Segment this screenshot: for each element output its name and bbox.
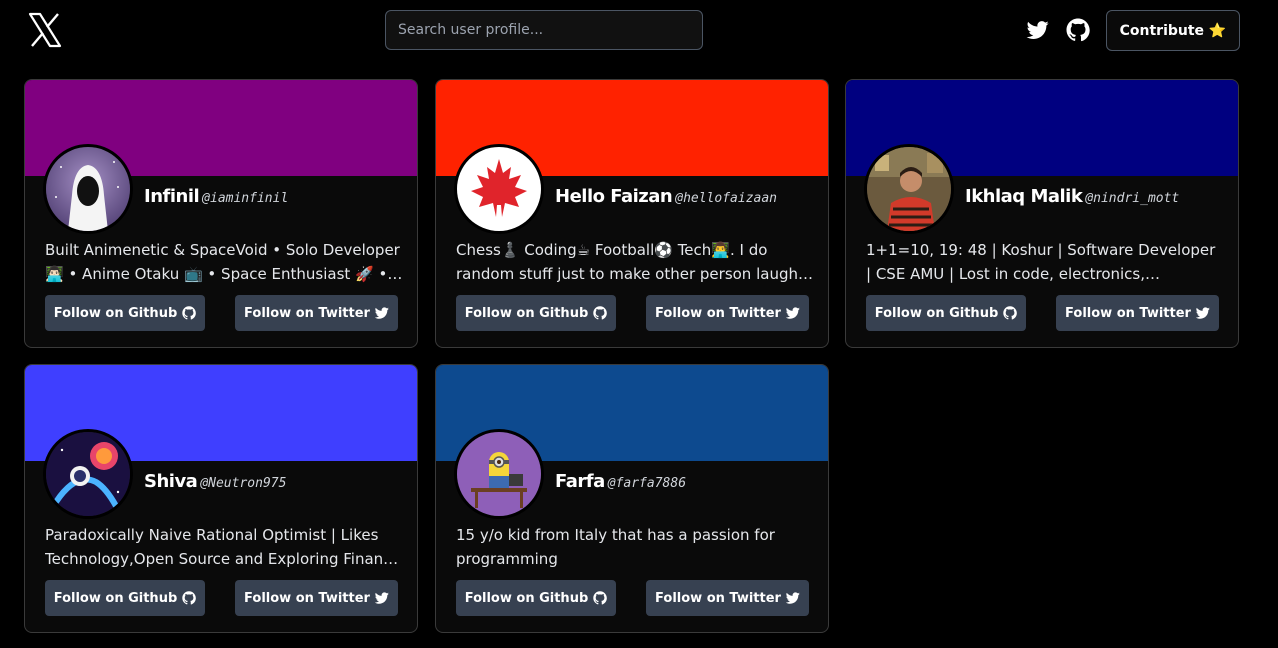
- avatar: [454, 144, 544, 234]
- twitter-icon: [785, 307, 800, 319]
- button-label: Follow on Github: [464, 590, 589, 606]
- twitter-icon: [374, 592, 389, 604]
- github-icon: [593, 306, 608, 320]
- button-label: Follow on Twitter: [655, 305, 781, 321]
- github-icon[interactable]: [1066, 18, 1090, 42]
- github-icon: [1003, 306, 1018, 320]
- profile-handle[interactable]: @farfa7886: [608, 476, 686, 491]
- github-icon: [182, 306, 197, 320]
- profile-name-row: Shiva @Neutron975: [144, 471, 286, 492]
- button-label: Follow on Twitter: [244, 590, 370, 606]
- x-logo-icon[interactable]: [28, 12, 62, 48]
- contribute-button[interactable]: Contribute ⭐: [1106, 10, 1240, 51]
- avatar-image: [867, 147, 951, 231]
- avatar-image: [46, 432, 130, 516]
- follow-twitter-button[interactable]: Follow on Twitter: [235, 295, 398, 331]
- profile-bio: Paradoxically Naive Rational Optimist | …: [45, 526, 401, 568]
- profile-name: Infinil: [144, 186, 200, 207]
- button-label: Follow on Github: [53, 305, 178, 321]
- profile-card: Farfa @farfa7886 15 y/o kid from Italy th…: [435, 364, 829, 633]
- profile-name: Shiva: [144, 471, 198, 492]
- avatar: [43, 144, 133, 234]
- profile-handle[interactable]: @nindri_mott: [1085, 191, 1179, 206]
- profile-name: Farfa: [555, 471, 605, 492]
- profile-bio: Built Animenetic & SpaceVoid • Solo Deve…: [45, 241, 400, 283]
- avatar-image: [46, 147, 130, 231]
- profile-bio: 15 y/o kid from Italy that has a passion…: [456, 526, 775, 568]
- github-icon: [182, 591, 197, 605]
- twitter-icon: [1195, 307, 1210, 319]
- profile-card: Ikhlaq Malik @nindri_mott 1+1=10, 19: 48 …: [845, 79, 1239, 348]
- follow-github-button[interactable]: Follow on Github: [456, 580, 616, 616]
- button-label: Follow on Github: [874, 305, 999, 321]
- search-input[interactable]: [385, 10, 703, 50]
- button-label: Follow on Twitter: [244, 305, 370, 321]
- profile-card: Hello Faizan @hellofaizaan Chess♟️ Coding…: [435, 79, 829, 348]
- follow-github-button[interactable]: Follow on Github: [45, 580, 205, 616]
- profile-card: Infinil @iaminfinil Built Animenetic & Sp…: [24, 79, 418, 348]
- profile-name-row: Infinil @iaminfinil: [144, 186, 288, 207]
- profile-name: Hello Faizan: [555, 186, 673, 207]
- profile-handle[interactable]: @hellofaizaan: [675, 191, 777, 206]
- profile-handle[interactable]: @Neutron975: [200, 476, 286, 491]
- follow-twitter-button[interactable]: Follow on Twitter: [235, 580, 398, 616]
- profile-card: Shiva @Neutron975 Paradoxically Naive Rat…: [24, 364, 418, 633]
- avatar-image: [457, 147, 541, 231]
- follow-github-button[interactable]: Follow on Github: [866, 295, 1026, 331]
- avatar: [43, 429, 133, 519]
- twitter-icon: [785, 592, 800, 604]
- profile-name-row: Ikhlaq Malik @nindri_mott: [965, 186, 1179, 207]
- github-icon: [593, 591, 608, 605]
- button-label: Follow on Twitter: [655, 590, 781, 606]
- twitter-icon[interactable]: [1026, 19, 1050, 41]
- follow-twitter-button[interactable]: Follow on Twitter: [1056, 295, 1219, 331]
- follow-twitter-button[interactable]: Follow on Twitter: [646, 295, 809, 331]
- follow-twitter-button[interactable]: Follow on Twitter: [646, 580, 809, 616]
- profile-handle[interactable]: @iaminfinil: [202, 191, 288, 206]
- avatar: [454, 429, 544, 519]
- button-label: Follow on Github: [53, 590, 178, 606]
- profile-name-row: Farfa @farfa7886: [555, 471, 686, 492]
- button-label: Follow on Twitter: [1065, 305, 1191, 321]
- profile-name-row: Hello Faizan @hellofaizaan: [555, 186, 777, 207]
- button-label: Follow on Github: [464, 305, 589, 321]
- profile-bio: Chess♟️ Coding☕ Football⚽ Tech👨‍💻. I do …: [456, 241, 803, 283]
- profile-name: Ikhlaq Malik: [965, 186, 1083, 207]
- profile-bio: 1+1=10, 19: 48 | Koshur | Software Devel…: [866, 241, 1216, 283]
- follow-github-button[interactable]: Follow on Github: [45, 295, 205, 331]
- twitter-icon: [374, 307, 389, 319]
- avatar: [864, 144, 954, 234]
- follow-github-button[interactable]: Follow on Github: [456, 295, 616, 331]
- avatar-image: [457, 432, 541, 516]
